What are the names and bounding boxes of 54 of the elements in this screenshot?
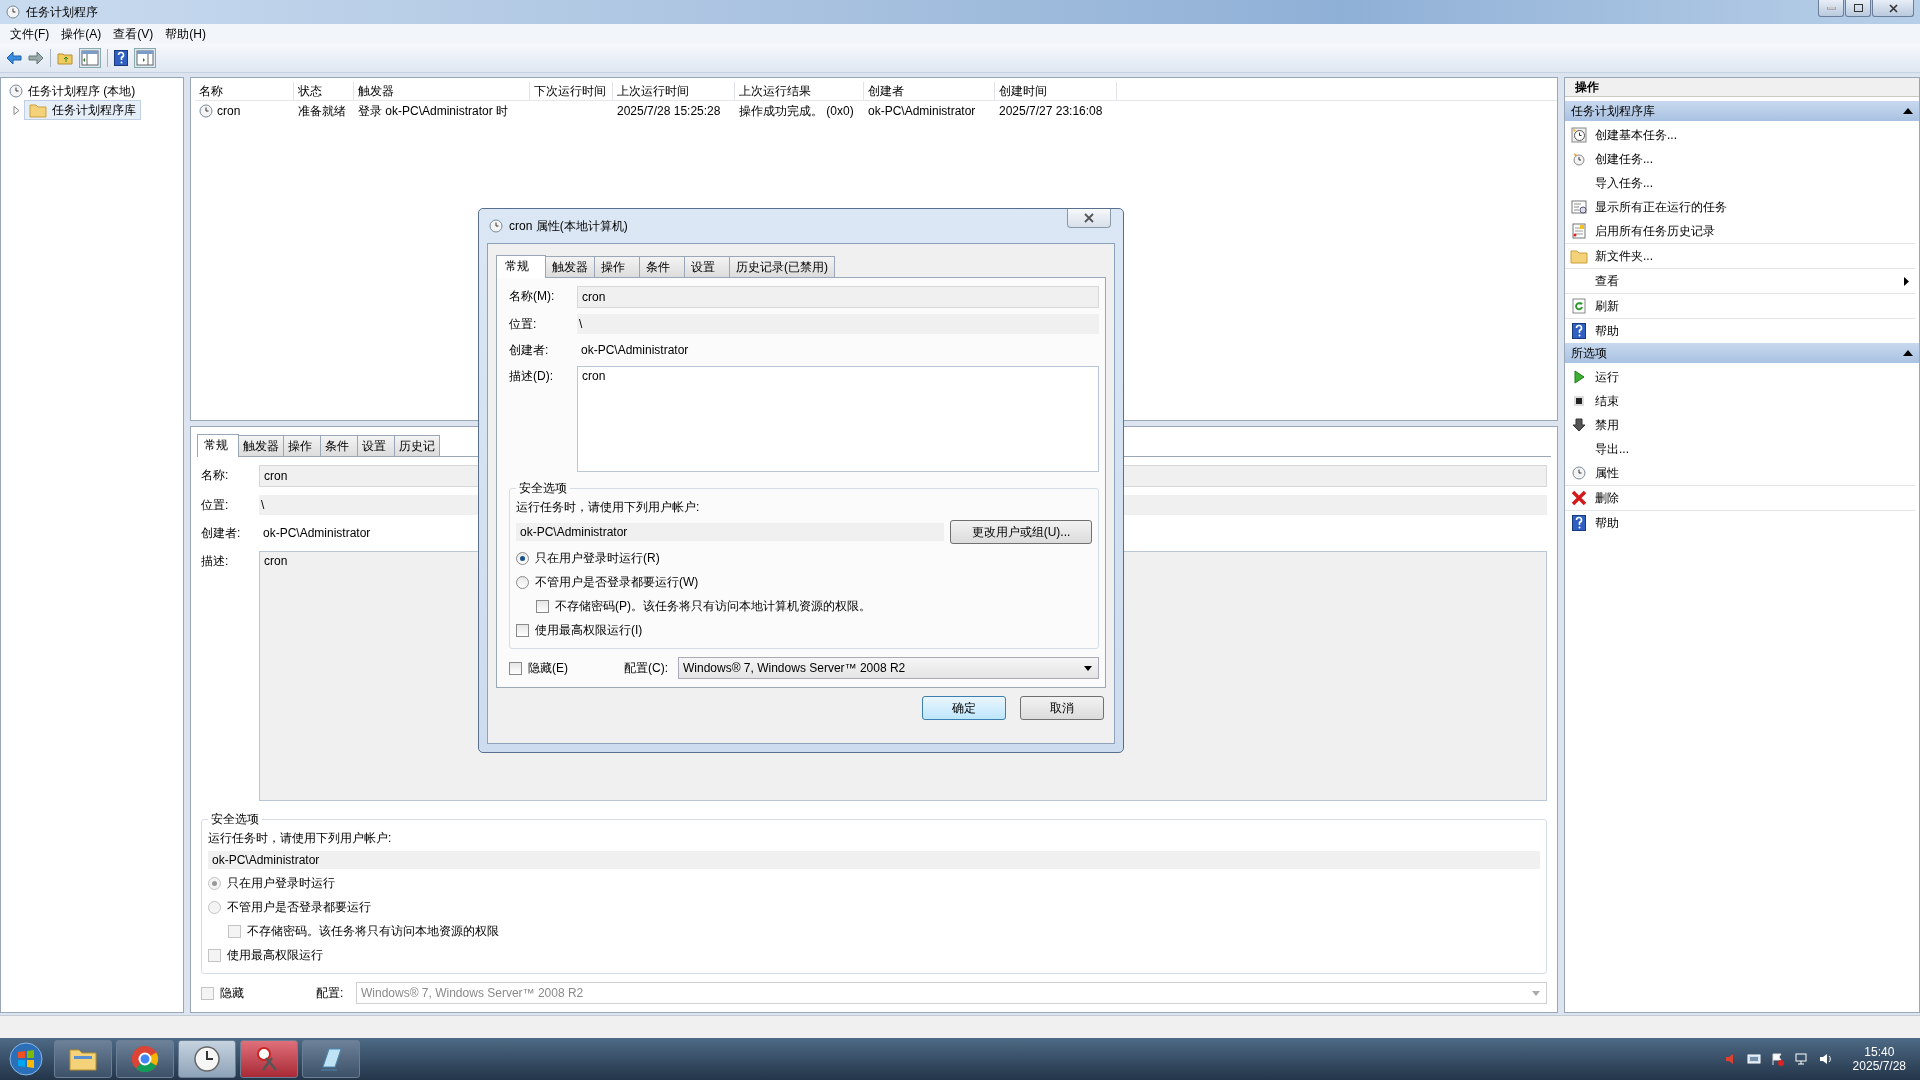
- field-label: 位置:: [509, 316, 538, 333]
- table-cell: cron: [217, 104, 241, 118]
- table-cell-text: ok-PC\Administrator: [867, 104, 977, 118]
- window-title: 任务计划程序: [26, 3, 98, 21]
- field-label: 创建者:: [509, 342, 550, 359]
- table-cell-text: 准备就绪: [297, 102, 347, 120]
- field-label: 描述(D):: [509, 368, 554, 385]
- action-label: 启用所有任务历史记录: [1595, 222, 1716, 240]
- table-cell-text: 2025/7/27 23:16:08: [998, 104, 1104, 118]
- account-prompt: 运行任务时，请使用下列用户帐户:: [208, 830, 393, 847]
- action-label: 属性: [1595, 464, 1620, 482]
- group-title: 安全选项: [210, 811, 260, 828]
- action-label: 帮助: [1595, 514, 1620, 532]
- action-label: 导出...: [1595, 440, 1630, 458]
- action-label: 刷新: [1595, 297, 1620, 315]
- action-label: 结束: [1595, 392, 1620, 410]
- action-label: 删除: [1595, 489, 1620, 507]
- group-title: 安全选项: [518, 480, 568, 497]
- option-label: 使用最高权限运行(I): [535, 621, 643, 639]
- action-label: 新文件夹...: [1595, 247, 1654, 265]
- action-label: 导入任务...: [1595, 174, 1654, 192]
- option-label: 不管用户是否登录都要运行(W): [535, 573, 699, 591]
- table-cell-text: 2025/7/28 15:25:28: [616, 104, 722, 118]
- action-label: 创建任务...: [1595, 150, 1654, 168]
- option-label: 不存储密码。该任务将只有访问本地资源的权限: [247, 922, 499, 940]
- action-label: 查看: [1595, 272, 1620, 290]
- table-cell-text: 操作成功完成。 (0x0): [738, 102, 855, 120]
- field-value: ok-PC\Administrator: [262, 525, 372, 542]
- field-label: 创建者:: [201, 525, 242, 542]
- field-label: 配置(C):: [624, 659, 669, 677]
- option-label: 使用最高权限运行: [227, 946, 323, 964]
- field-label: 名称:: [201, 467, 230, 484]
- option-label: 不管用户是否登录都要运行: [227, 898, 371, 916]
- option-label: 隐藏(E): [528, 659, 569, 677]
- table-cell-text: 登录 ok-PC\Administrator 时: [357, 102, 510, 120]
- option-label: 隐藏: [220, 984, 245, 1002]
- action-label: 运行: [1595, 368, 1620, 386]
- account-prompt: 运行任务时，请使用下列用户帐户:: [516, 499, 701, 516]
- field-label: 名称(M):: [509, 288, 556, 305]
- field-label: 描述:: [201, 553, 230, 570]
- section-title: 所选项: [1571, 344, 1607, 362]
- action-label: 显示所有正在运行的任务: [1595, 198, 1728, 216]
- field-value: ok-PC\Administrator: [580, 342, 690, 359]
- action-label: 禁用: [1595, 416, 1620, 434]
- action-label: 帮助: [1595, 322, 1620, 340]
- pane-title: 操作: [1565, 78, 1919, 97]
- section-title: 任务计划程序库: [1571, 102, 1655, 120]
- dialog-title: cron 属性(本地计算机): [509, 217, 628, 235]
- action-label: 创建基本任务...: [1595, 126, 1678, 144]
- option-label: 不存储密码(P)。该任务将只有访问本地计算机资源的权限。: [555, 597, 871, 615]
- field-label: 配置:: [316, 984, 345, 1002]
- option-label: 只在用户登录时运行(R): [535, 549, 660, 567]
- option-label: 只在用户登录时运行: [227, 874, 335, 892]
- field-label: 位置:: [201, 497, 230, 514]
